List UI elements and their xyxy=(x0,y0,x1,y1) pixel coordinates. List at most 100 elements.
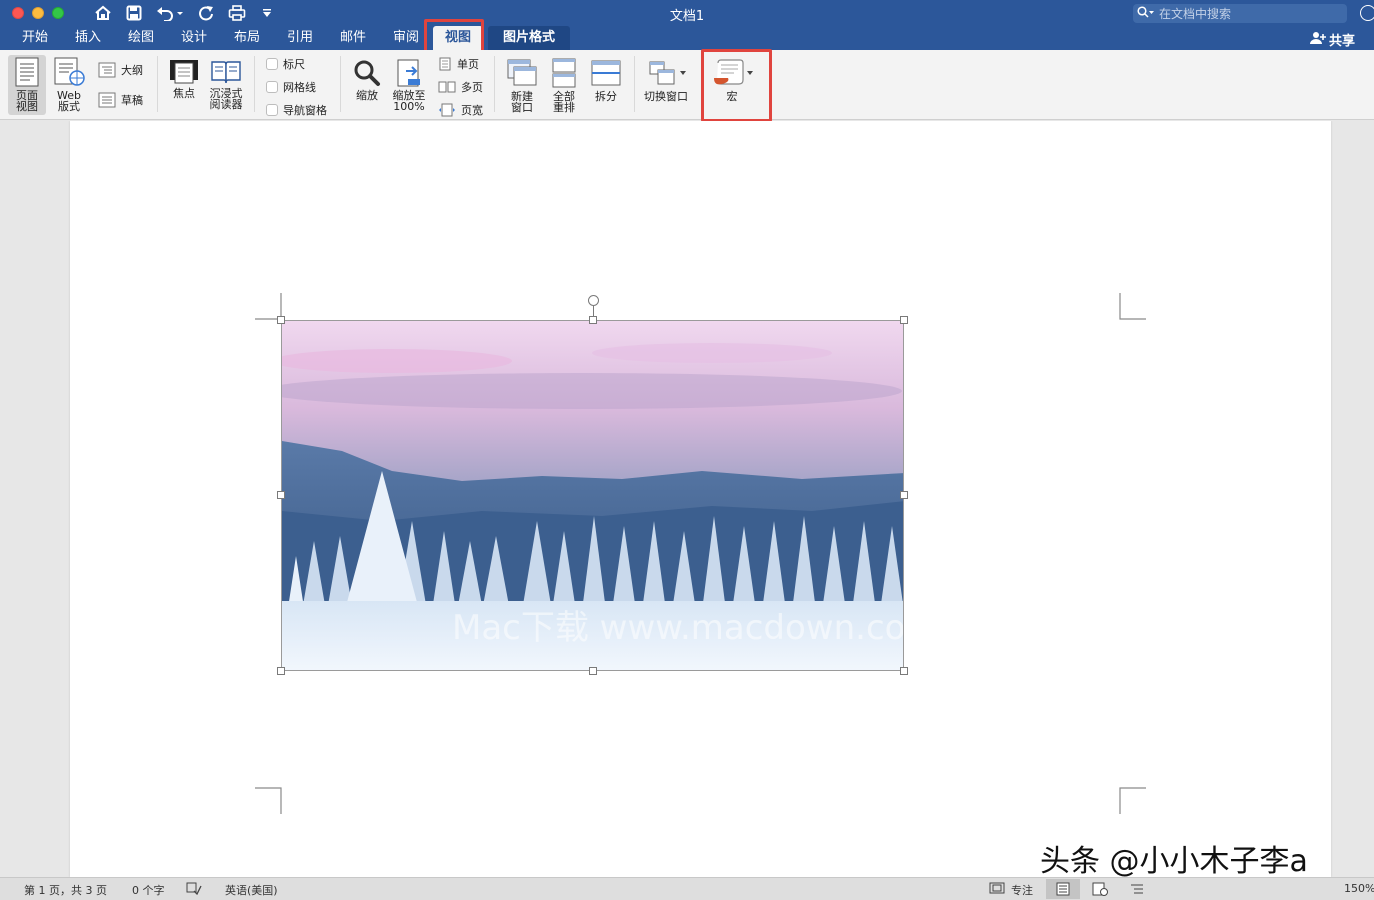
tab-picture-format[interactable]: 图片格式 xyxy=(488,26,570,50)
zoom-100-button[interactable]: 缩放至 100% xyxy=(388,59,430,112)
web-layout-button[interactable]: Web 版式 xyxy=(50,57,88,112)
one-page-label: 单页 xyxy=(457,58,479,71)
nav-pane-checkbox[interactable]: 导航窗格 xyxy=(266,102,327,118)
tab-insert[interactable]: 插入 xyxy=(65,26,111,50)
immersive-reader-icon xyxy=(211,61,241,84)
tab-review[interactable]: 审阅 xyxy=(383,26,429,50)
share-button[interactable]: 共享 xyxy=(1310,30,1355,49)
resize-handle-ne[interactable] xyxy=(900,316,908,324)
resize-handle-sw[interactable] xyxy=(277,667,285,675)
resize-handle-e[interactable] xyxy=(900,491,908,499)
rotate-handle-icon[interactable] xyxy=(588,295,599,306)
tab-view[interactable]: 视图 xyxy=(433,26,483,50)
focus-mode-icon[interactable] xyxy=(989,882,1005,897)
zoom-label: 缩放 xyxy=(356,89,378,102)
arrange-all-button[interactable]: 全部 重排 xyxy=(545,58,583,113)
print-icon[interactable] xyxy=(226,2,248,24)
web-layout-view-button[interactable] xyxy=(1083,879,1117,899)
focus-button[interactable]: 焦点 xyxy=(164,59,204,99)
multi-page-button[interactable]: 多页 xyxy=(438,79,483,95)
save-icon[interactable] xyxy=(123,2,145,24)
switch-window-button[interactable]: 切换窗口 xyxy=(640,58,692,102)
ruler-check-box[interactable] xyxy=(266,58,278,70)
feedback-smiley-icon[interactable] xyxy=(1360,5,1374,21)
tab-references[interactable]: 引用 xyxy=(277,26,323,50)
resize-handle-w[interactable] xyxy=(277,491,285,499)
immersive-reader-button[interactable]: 沉浸式 阅读器 xyxy=(205,59,247,110)
ribbon-separator xyxy=(494,56,495,112)
one-page-button[interactable]: 单页 xyxy=(438,56,479,72)
nav-pane-check-box[interactable] xyxy=(266,104,278,116)
draft-icon xyxy=(98,92,116,108)
ribbon-separator xyxy=(157,56,158,112)
ribbon-separator xyxy=(634,56,635,112)
web-layout-icon xyxy=(54,57,85,86)
page-view-button[interactable]: 页面 视图 xyxy=(8,57,46,112)
gridlines-check-box[interactable] xyxy=(266,81,278,93)
tab-layout[interactable]: 布局 xyxy=(224,26,270,50)
undo-icon[interactable] xyxy=(154,2,186,24)
minimize-window-button[interactable] xyxy=(32,7,44,19)
page-count[interactable]: 第 1 页，共 3 页 xyxy=(24,882,107,898)
home-icon[interactable] xyxy=(92,2,114,24)
customize-toolbar-icon[interactable] xyxy=(258,2,276,24)
tab-mailings[interactable]: 邮件 xyxy=(330,26,376,50)
maximize-window-button[interactable] xyxy=(52,7,64,19)
new-window-label: 新建 窗口 xyxy=(511,90,533,114)
multi-page-label: 多页 xyxy=(461,81,483,94)
overlay-watermark: 头条 @小小木子李a xyxy=(1040,844,1308,879)
zoom-100-label: 缩放至 100% xyxy=(392,89,426,113)
macros-label: 宏 xyxy=(726,90,738,103)
macro-scroll-icon xyxy=(714,59,753,85)
ruler-label: 标尺 xyxy=(283,58,305,71)
image-watermark: Mac下载 www.macdown.com xyxy=(452,608,904,648)
outline-label: 大纲 xyxy=(121,64,143,77)
outline-view-button[interactable] xyxy=(1120,879,1154,899)
nav-pane-label: 导航窗格 xyxy=(283,104,327,117)
tab-draw[interactable]: 绘图 xyxy=(118,26,164,50)
page-width-button[interactable]: 页宽 xyxy=(438,102,483,118)
ruler-checkbox[interactable]: 标尺 xyxy=(266,56,305,72)
ribbon-view: 页面 视图 Web 版式 大纲 草稿 焦点 沉浸式 阅读器 标尺 网格线 导航窗… xyxy=(0,50,1374,120)
web-layout-label: Web 版式 xyxy=(57,89,81,113)
draft-button[interactable]: 草稿 xyxy=(98,92,143,108)
macros-button[interactable]: 宏 xyxy=(706,58,758,102)
tab-design[interactable]: 设计 xyxy=(171,26,217,50)
new-window-button[interactable]: 新建 窗口 xyxy=(503,58,541,113)
gridlines-checkbox[interactable]: 网格线 xyxy=(266,79,316,95)
snowy-forest-image: Mac下载 www.macdown.com xyxy=(282,321,904,670)
zoom-button[interactable]: 缩放 xyxy=(348,59,386,101)
resize-handle-s[interactable] xyxy=(589,667,597,675)
print-layout-view-button[interactable] xyxy=(1046,879,1080,899)
immersive-reader-label: 沉浸式 阅读器 xyxy=(209,87,243,111)
selected-picture[interactable]: Mac下载 www.macdown.com xyxy=(281,320,904,671)
switch-window-label: 切换窗口 xyxy=(644,90,688,103)
switch-window-icon xyxy=(649,61,686,85)
arrange-all-icon xyxy=(552,58,576,88)
search-input[interactable] xyxy=(1159,6,1339,21)
page-view-label: 页面 视图 xyxy=(16,89,38,113)
focus-label: 焦点 xyxy=(173,87,195,100)
focus-mode-label[interactable]: 专注 xyxy=(1011,882,1033,898)
search-box[interactable] xyxy=(1133,4,1347,23)
close-window-button[interactable] xyxy=(12,7,24,19)
resize-handle-nw[interactable] xyxy=(277,316,285,324)
magnifier-icon xyxy=(354,60,380,86)
page-width-icon xyxy=(439,103,455,117)
tab-home[interactable]: 开始 xyxy=(12,26,58,50)
language[interactable]: 英语(美国) xyxy=(225,882,278,898)
zoom-level[interactable]: 150% xyxy=(1344,882,1374,895)
multi-page-icon xyxy=(438,81,456,93)
outline-button[interactable]: 大纲 xyxy=(98,62,143,78)
title-bar: 文档1 xyxy=(0,0,1374,26)
split-icon xyxy=(591,60,621,86)
resize-handle-n[interactable] xyxy=(589,316,597,324)
proofing-icon[interactable] xyxy=(186,882,202,898)
resize-handle-se[interactable] xyxy=(900,667,908,675)
add-person-icon xyxy=(1310,31,1326,49)
redo-icon[interactable] xyxy=(195,2,217,24)
split-button[interactable]: 拆分 xyxy=(586,58,626,102)
word-count[interactable]: 0 个字 xyxy=(132,882,165,898)
page-view-icon xyxy=(15,57,39,87)
gridlines-label: 网格线 xyxy=(283,81,316,94)
